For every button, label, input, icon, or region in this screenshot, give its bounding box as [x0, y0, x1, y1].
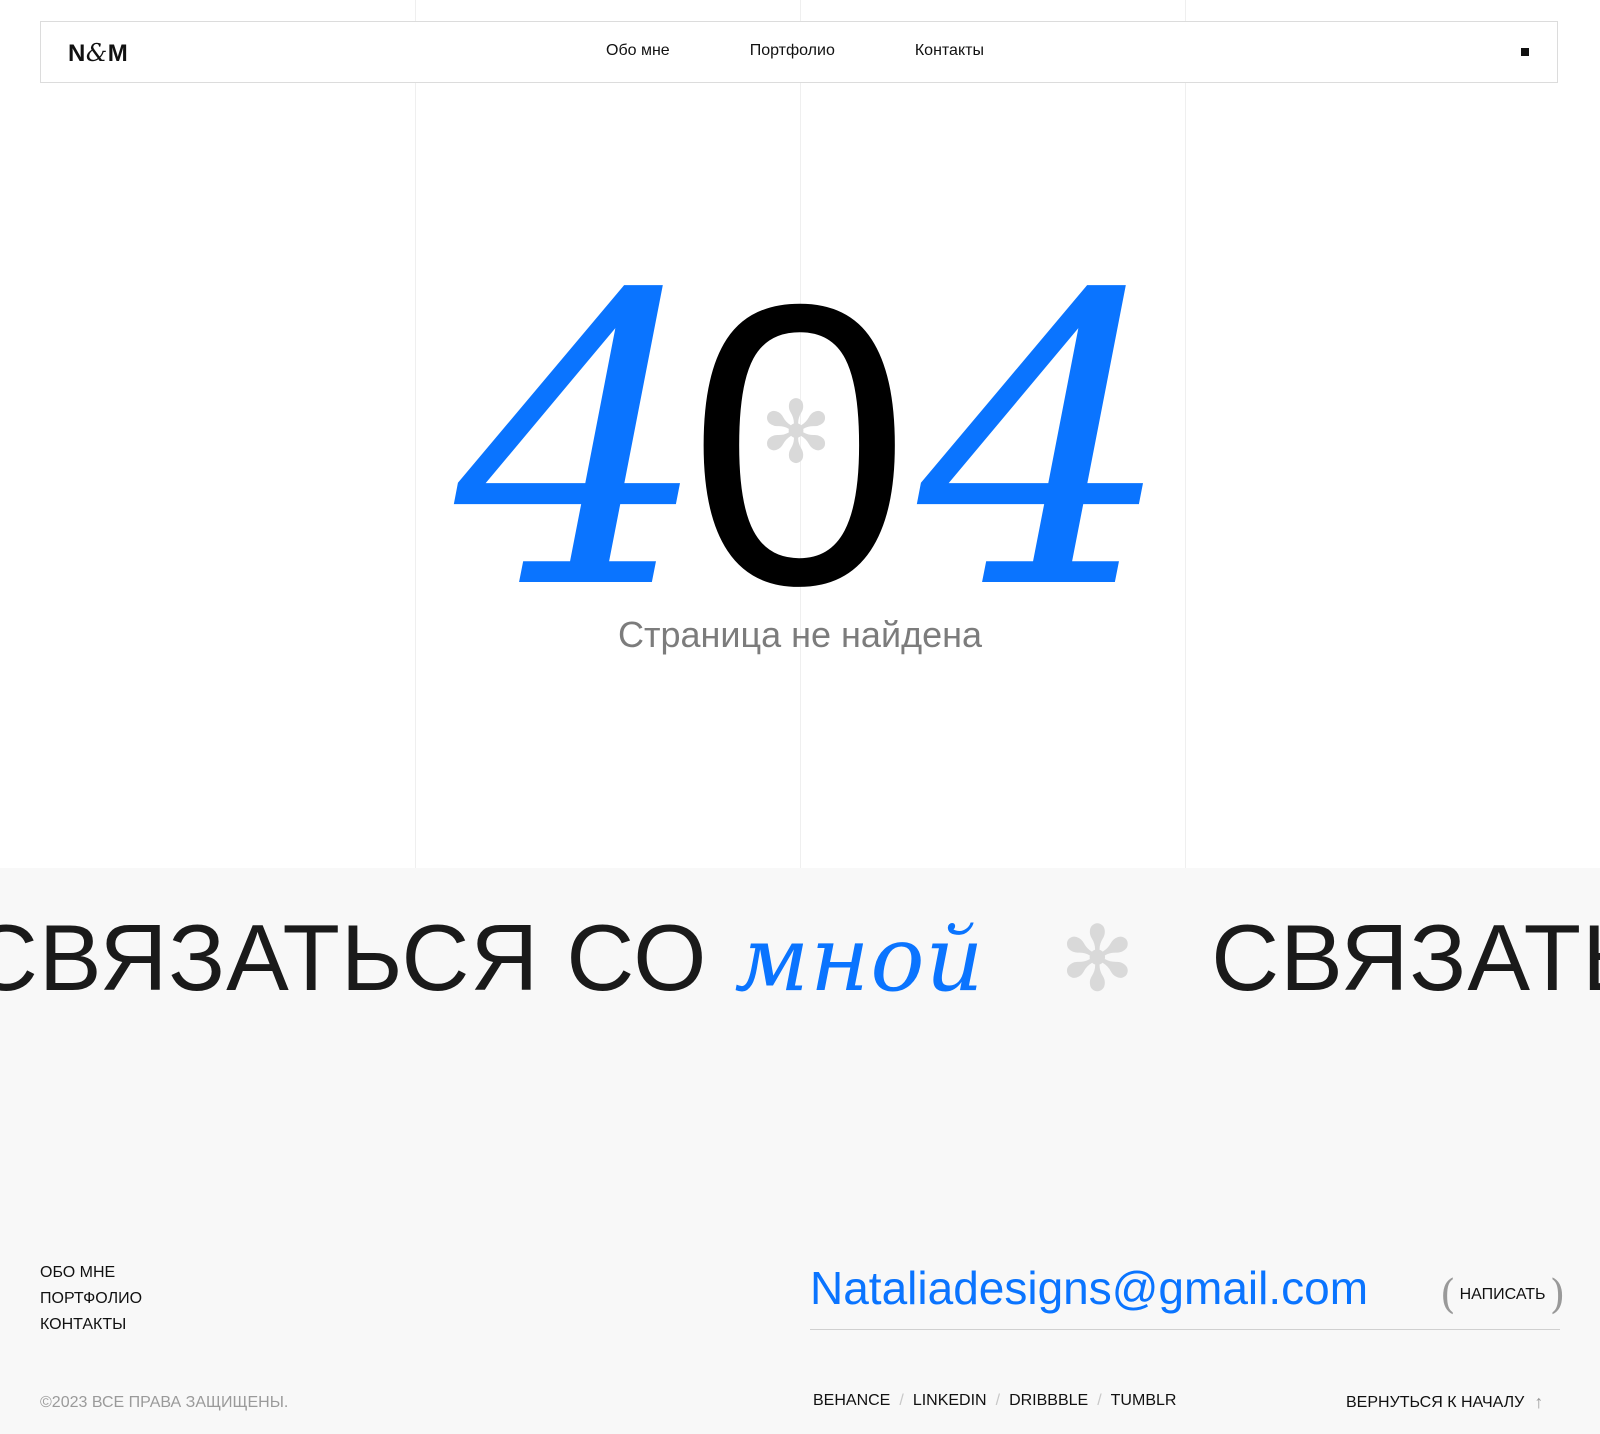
social-link-linkedin[interactable]: LINKEDIN — [913, 1392, 987, 1409]
nav-link-about[interactable]: Обо мне — [606, 42, 670, 60]
footer-link-about[interactable]: ОБО МНЕ — [40, 1260, 142, 1286]
error-message: Страница не найдена — [617, 614, 982, 655]
contact-section: СВЯЗАТЬСЯ СО мной ✻ СВЯЗАТЬСЯ СО мной ОБ… — [0, 868, 1600, 1434]
main-nav: Обо мне Портфолио Контакты — [606, 42, 984, 60]
asterisk-icon: ✻ — [760, 383, 833, 483]
separator: / — [1097, 1392, 1102, 1409]
nav-link-portfolio[interactable]: Портфолио — [750, 42, 835, 60]
logo-letter-m: M — [107, 40, 129, 67]
menu-toggle-icon[interactable] — [1521, 48, 1529, 56]
social-link-behance[interactable]: BEHANCE — [813, 1392, 890, 1409]
footer-link-contacts[interactable]: КОНТАКТЫ — [40, 1312, 142, 1338]
logo-letter-n: N — [68, 40, 86, 67]
social-link-tumblr[interactable]: TUMBLR — [1111, 1392, 1177, 1409]
footer-nav: ОБО МНЕ ПОРТФОЛИО КОНТАКТЫ — [40, 1260, 142, 1338]
arrow-up-icon: ↑ — [1534, 1392, 1544, 1412]
error-404-heading: 4 0 ✻ 4 — [0, 245, 1600, 645]
email-underline — [810, 1329, 1560, 1330]
footer-link-portfolio[interactable]: ПОРТФОЛИО — [40, 1286, 142, 1312]
asterisk-icon: ✻ — [1059, 910, 1137, 1010]
error-digit-left: 4 — [455, 212, 710, 677]
site-header: N&M Обо мне Портфолио Контакты — [40, 21, 1558, 83]
social-links: BEHANCE / LINKEDIN / DRIBBBLE / TUMBLR — [813, 1392, 1176, 1410]
logo[interactable]: N&M — [68, 39, 128, 68]
nav-link-contacts[interactable]: Контакты — [915, 42, 984, 60]
separator: / — [899, 1392, 904, 1409]
marquee-text: СВЯЗАТЬСЯ СО — [1211, 905, 1600, 1010]
write-button[interactable]: (НАПИСАТЬ) — [1440, 1272, 1565, 1318]
back-to-top-button[interactable]: ВЕРНУТЬСЯ К НАЧАЛУ ↑ — [1346, 1392, 1543, 1413]
logo-ampersand: & — [85, 39, 108, 67]
marquee-accent: мной — [734, 907, 985, 1012]
paren-right-icon: ) — [1549, 1272, 1566, 1318]
error-digit-right: 4 — [918, 212, 1173, 677]
contact-marquee: СВЯЗАТЬСЯ СО мной ✻ СВЯЗАТЬСЯ СО мной — [0, 898, 1600, 1020]
write-button-label: НАПИСАТЬ — [1459, 1286, 1546, 1303]
social-link-dribbble[interactable]: DRIBBBLE — [1009, 1392, 1088, 1409]
marquee-text: СВЯЗАТЬСЯ СО — [0, 905, 708, 1010]
email-link[interactable]: Nataliadesigns@gmail.com — [810, 1261, 1368, 1315]
paren-left-icon: ( — [1440, 1272, 1456, 1318]
back-to-top-label: ВЕРНУТЬСЯ К НАЧАЛУ — [1346, 1393, 1525, 1411]
copyright: ©2023 ВСЕ ПРАВА ЗАЩИЩЕНЫ. — [40, 1394, 289, 1411]
separator: / — [995, 1392, 1001, 1409]
